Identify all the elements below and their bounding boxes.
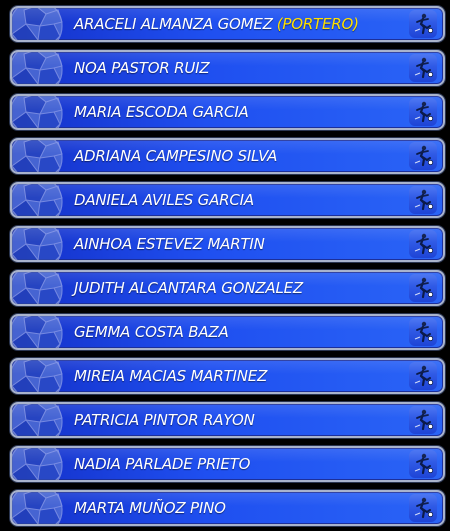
player-row[interactable]: MARTA MUÑOZ PINO bbox=[10, 490, 445, 526]
player-row[interactable]: NADIA PARLADE PRIETO bbox=[10, 446, 445, 482]
player-name: MARTA MUÑOZ PINO bbox=[74, 492, 226, 524]
player-name-text: NADIA PARLADE PRIETO bbox=[74, 455, 251, 473]
player-row[interactable]: DANIELA AVILES GARCIA bbox=[10, 182, 445, 218]
soccer-ball-icon bbox=[12, 448, 72, 480]
player-name-text: MARIA ESCODA GARCIA bbox=[74, 103, 249, 121]
soccer-ball-icon bbox=[12, 404, 72, 436]
player-name: ADRIANA CAMPESINO SILVA bbox=[74, 140, 277, 172]
player-name-text: ARACELI ALMANZA GOMEZ bbox=[74, 15, 273, 33]
player-row[interactable]: AINHOA ESTEVEZ MARTIN bbox=[10, 226, 445, 262]
player-name-text: ADRIANA CAMPESINO SILVA bbox=[74, 147, 278, 165]
player-row[interactable]: PATRICIA PINTOR RAYON bbox=[10, 402, 445, 438]
soccer-ball-icon bbox=[12, 8, 72, 40]
player-row[interactable]: MARIA ESCODA GARCIA bbox=[10, 94, 445, 130]
soccer-player-kick-icon[interactable] bbox=[409, 406, 437, 434]
player-name-text: AINHOA ESTEVEZ MARTIN bbox=[74, 235, 265, 253]
player-name-text: NOA PASTOR RUIZ bbox=[74, 59, 210, 77]
player-name: PATRICIA PINTOR RAYON bbox=[74, 404, 255, 436]
soccer-player-kick-icon[interactable] bbox=[409, 10, 437, 38]
player-name: AINHOA ESTEVEZ MARTIN bbox=[74, 228, 265, 260]
player-roster: ARACELI ALMANZA GOMEZ (PORTERO) NOA PASTOR… bbox=[0, 0, 450, 531]
player-row[interactable]: NOA PASTOR RUIZ bbox=[10, 50, 445, 86]
soccer-player-kick-icon[interactable] bbox=[409, 494, 437, 522]
soccer-ball-icon bbox=[12, 96, 72, 128]
soccer-player-kick-icon[interactable] bbox=[409, 230, 437, 258]
soccer-player-kick-icon[interactable] bbox=[409, 186, 437, 214]
player-name: MARIA ESCODA GARCIA bbox=[74, 96, 249, 128]
soccer-ball-icon bbox=[12, 316, 72, 348]
soccer-player-kick-icon[interactable] bbox=[409, 318, 437, 346]
soccer-player-kick-icon[interactable] bbox=[409, 362, 437, 390]
player-row[interactable]: JUDITH ALCANTARA GONZALEZ bbox=[10, 270, 445, 306]
soccer-ball-icon bbox=[12, 360, 72, 392]
soccer-ball-icon bbox=[12, 492, 72, 524]
player-name: GEMMA COSTA BAZA bbox=[74, 316, 229, 348]
player-name: NOA PASTOR RUIZ bbox=[74, 52, 210, 84]
soccer-player-kick-icon[interactable] bbox=[409, 142, 437, 170]
player-row[interactable]: MIREIA MACIAS MARTINEZ bbox=[10, 358, 445, 394]
player-role-badge: (PORTERO) bbox=[276, 15, 359, 33]
player-name-text: JUDITH ALCANTARA GONZALEZ bbox=[74, 279, 303, 297]
player-name: MIREIA MACIAS MARTINEZ bbox=[74, 360, 267, 392]
soccer-ball-icon bbox=[12, 184, 72, 216]
soccer-ball-icon bbox=[12, 52, 72, 84]
player-name-text: MIREIA MACIAS MARTINEZ bbox=[74, 367, 268, 385]
player-name-text: DANIELA AVILES GARCIA bbox=[74, 191, 254, 209]
soccer-player-kick-icon[interactable] bbox=[409, 54, 437, 82]
soccer-ball-icon bbox=[12, 272, 72, 304]
player-name: ARACELI ALMANZA GOMEZ (PORTERO) bbox=[74, 8, 359, 40]
player-name-text: GEMMA COSTA BAZA bbox=[74, 323, 229, 341]
player-name-text: MARTA MUÑOZ PINO bbox=[74, 499, 226, 517]
player-name: DANIELA AVILES GARCIA bbox=[74, 184, 254, 216]
soccer-ball-icon bbox=[12, 140, 72, 172]
soccer-ball-icon bbox=[12, 228, 72, 260]
player-row[interactable]: ADRIANA CAMPESINO SILVA bbox=[10, 138, 445, 174]
soccer-player-kick-icon[interactable] bbox=[409, 274, 437, 302]
player-row[interactable]: GEMMA COSTA BAZA bbox=[10, 314, 445, 350]
soccer-player-kick-icon[interactable] bbox=[409, 450, 437, 478]
player-row[interactable]: ARACELI ALMANZA GOMEZ (PORTERO) bbox=[10, 6, 445, 42]
player-name: JUDITH ALCANTARA GONZALEZ bbox=[74, 272, 303, 304]
player-name: NADIA PARLADE PRIETO bbox=[74, 448, 250, 480]
soccer-player-kick-icon[interactable] bbox=[409, 98, 437, 126]
player-name-text: PATRICIA PINTOR RAYON bbox=[74, 411, 255, 429]
